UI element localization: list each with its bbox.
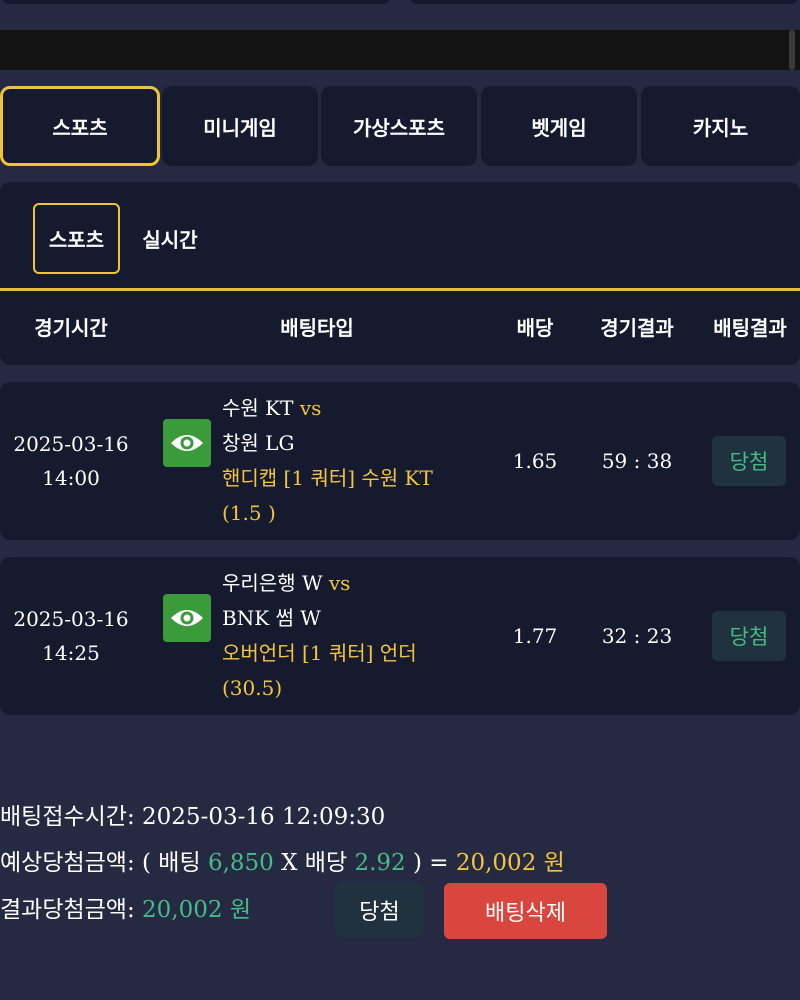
game-date: 2025-03-16 (13, 432, 129, 456)
view-button[interactable] (163, 594, 211, 642)
header-game-time: 경기시간 (34, 315, 108, 340)
away-team: BNK 썸 W (222, 606, 321, 630)
header-game-result: 경기결과 (600, 315, 674, 340)
sub-tab-live[interactable]: 실시간 (130, 203, 210, 274)
home-team: 수원 KT (222, 396, 294, 420)
match-info: 수원 KT vs 창원 LG 핸디캡 [1 쿼터] 수원 KT (1.5 ) (222, 391, 472, 531)
main-tabs: 스포츠 미니게임 가상스포츠 벳게임 카지노 (0, 86, 800, 166)
match-info: 우리은행 W vs BNK 썸 W 오버언더 [1 쿼터] 언더 (30.5) (222, 566, 472, 706)
result-amount: 20,002 원 (142, 897, 251, 923)
view-button[interactable] (163, 419, 211, 467)
game-clock: 14:25 (42, 641, 100, 665)
result-label: 결과당첨금액: (0, 897, 143, 923)
received-label: 배팅접수시간: (0, 804, 143, 830)
away-team: 창원 LG (222, 431, 295, 455)
odds-value: 1.65 (512, 449, 558, 473)
total-odds: 2.92 (354, 850, 406, 876)
game-score: 32 : 23 (601, 624, 673, 648)
game-time: 2025-03-16 14:25 (0, 557, 142, 715)
result-badge: 당첨 (712, 611, 786, 661)
header-bet-type: 배팅타입 (280, 315, 354, 340)
table-header: 경기시간 배팅타입 배당 경기결과 배팅결과 (0, 291, 800, 365)
bet-value: (30.5) (222, 676, 283, 700)
expected-win-amount: 예상당첨금액: ( 배팅 6,850 X 배당 2.92 ) = 20,002 … (0, 843, 565, 877)
delete-bet-button[interactable]: 배팅삭제 (444, 883, 607, 939)
expected-label: 예상당첨금액: ( 배팅 (0, 850, 208, 876)
game-clock: 14:00 (42, 466, 100, 490)
table-row: 2025-03-16 14:00 수원 KT vs 창원 LG 핸디캡 [1 쿼… (0, 382, 800, 540)
received-time: 2025-03-16 12:09:30 (142, 804, 386, 830)
result-win-amount: 결과당첨금액: 20,002 원 (0, 890, 251, 924)
result-badge: 당첨 (712, 436, 786, 486)
eye-icon (171, 435, 203, 451)
bet-line: 핸디캡 [1 쿼터] 수원 KT (222, 466, 433, 490)
table-row: 2025-03-16 14:25 우리은행 W vs BNK 썸 W 오버언더 … (0, 557, 800, 715)
vs-label: vs (328, 571, 351, 595)
sub-tab-panel: 스포츠 실시간 (0, 182, 800, 290)
equals-label: ) = (405, 850, 456, 876)
game-score: 59 : 38 (601, 449, 673, 473)
top-card-left (0, 0, 392, 4)
expected-amount: 20,002 원 (455, 850, 565, 876)
scrollbar[interactable] (789, 30, 795, 70)
tab-minigame[interactable]: 미니게임 (162, 86, 318, 166)
tab-virtual-sports[interactable]: 가상스포츠 (321, 86, 477, 166)
tab-sports[interactable]: 스포츠 (0, 86, 160, 166)
odds-value: 1.77 (512, 624, 558, 648)
eye-icon (171, 610, 203, 626)
bet-received-time: 배팅접수시간: 2025-03-16 12:09:30 (0, 797, 385, 831)
top-bar (0, 30, 800, 70)
game-time: 2025-03-16 14:00 (0, 382, 142, 540)
top-card-right (408, 0, 800, 4)
header-bet-result: 배팅결과 (713, 315, 787, 340)
game-date: 2025-03-16 (13, 607, 129, 631)
tab-betgame[interactable]: 벳게임 (481, 86, 637, 166)
odds-label: X 배당 (273, 850, 355, 876)
sub-tab-sports[interactable]: 스포츠 (33, 203, 120, 274)
tab-casino[interactable]: 카지노 (641, 86, 800, 166)
win-status-button[interactable]: 당첨 (335, 883, 424, 937)
stake-amount: 6,850 (207, 850, 274, 876)
bet-line: 오버언더 [1 쿼터] 언더 (222, 641, 417, 665)
home-team: 우리은행 W (222, 571, 323, 595)
vs-label: vs (299, 396, 322, 420)
header-odds: 배당 (516, 315, 554, 340)
bet-value: (1.5 ) (222, 501, 276, 525)
